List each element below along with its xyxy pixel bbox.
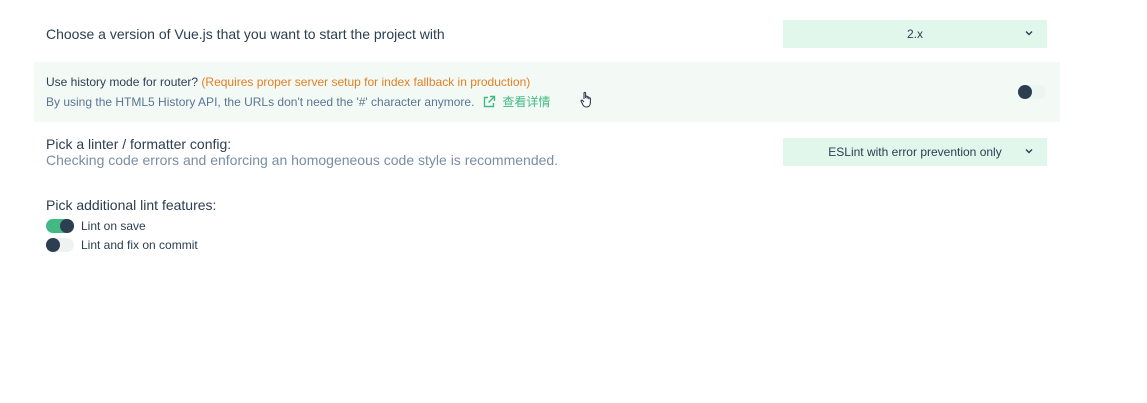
history-mode-question: Use history mode for router? (Requires p… — [46, 75, 530, 89]
lint-feature-item: Lint on save — [46, 218, 146, 234]
vue-version-row: Choose a version of Vue.js that you want… — [34, 18, 1060, 50]
history-mode-details-label: 查看详情 — [502, 95, 551, 109]
linter-row: Pick a linter / formatter config: Checki… — [34, 134, 1060, 174]
toggle-knob — [1018, 85, 1032, 99]
lint-fix-on-commit-label: Lint and fix on commit — [81, 238, 198, 252]
history-mode-question-text: Use history mode for router? — [46, 75, 202, 89]
history-mode-toggle[interactable] — [1018, 85, 1046, 99]
chevron-down-icon — [1025, 149, 1033, 154]
linter-description: Checking code errors and enforcing an ho… — [46, 152, 559, 168]
vue-version-select[interactable]: 2.x — [783, 20, 1047, 48]
lint-fix-on-commit-toggle[interactable] — [46, 238, 74, 252]
history-mode-row: Use history mode for router? (Requires p… — [34, 62, 1060, 122]
vue-version-value: 2.x — [906, 27, 923, 41]
lint-on-save-toggle[interactable] — [46, 219, 74, 233]
lint-features-label: Pick additional lint features: — [46, 197, 217, 213]
history-mode-description: By using the HTML5 History API, the URLs… — [46, 94, 475, 109]
hand-cursor-icon — [580, 91, 591, 108]
history-mode-warning: (Requires proper server setup for index … — [201, 75, 531, 89]
lint-feature-item: Lint and fix on commit — [46, 237, 198, 253]
lint-on-save-label: Lint on save — [81, 219, 146, 233]
chevron-down-icon — [1025, 31, 1033, 36]
linter-select[interactable]: ESLint with error prevention only — [783, 138, 1047, 166]
linter-label: Pick a linter / formatter config: — [46, 136, 232, 152]
history-mode-description-line: By using the HTML5 History API, the URLs… — [46, 93, 550, 110]
toggle-knob — [46, 238, 60, 252]
vue-version-label: Choose a version of Vue.js that you want… — [46, 26, 445, 42]
external-link-icon — [484, 95, 496, 107]
history-mode-details-link[interactable]: 查看详情 — [482, 93, 550, 110]
project-config-panel: Choose a version of Vue.js that you want… — [0, 0, 1147, 403]
lint-features-section: Pick additional lint features: Lint on s… — [34, 195, 1060, 259]
linter-value: ESLint with error prevention only — [828, 145, 1002, 159]
toggle-knob — [60, 219, 74, 233]
